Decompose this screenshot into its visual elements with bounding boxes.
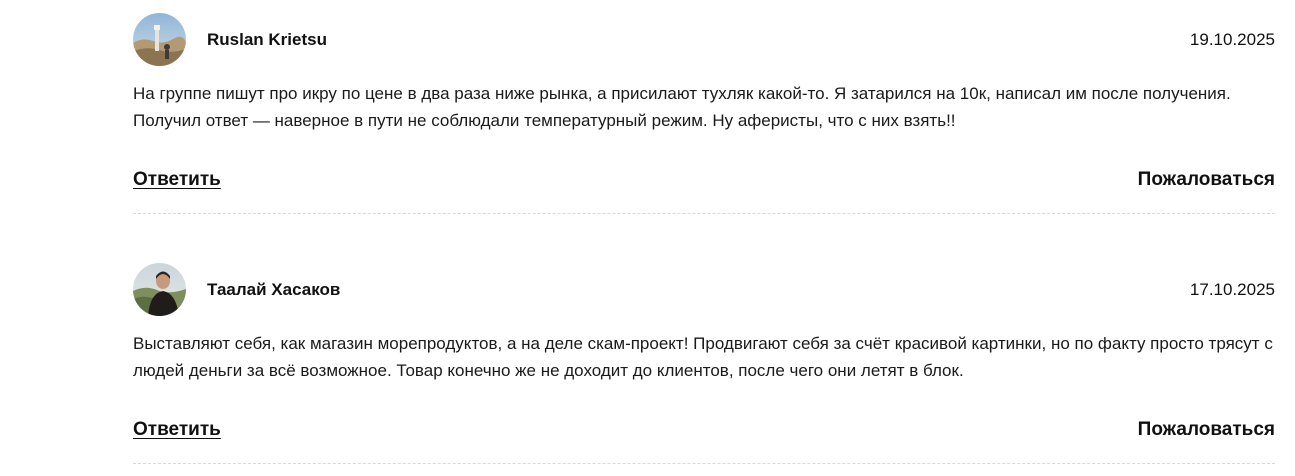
- comment-date: 19.10.2025: [1189, 30, 1275, 49]
- author-name: Таалай Хасаков: [207, 280, 341, 299]
- comment-item: Ruslan Krietsu 19.10.2025 На группе пишу…: [133, 13, 1275, 214]
- avatar: [133, 13, 186, 66]
- report-button[interactable]: Пожаловаться: [1138, 419, 1275, 441]
- landscape-photo-avatar-icon: [133, 13, 186, 66]
- avatar: [133, 263, 186, 316]
- comment-item: Таалай Хасаков 17.10.2025 Выставляют себ…: [133, 263, 1275, 464]
- comment-text: На группе пишут про икру по цене в два р…: [133, 84, 1231, 130]
- reply-button[interactable]: Ответить: [133, 169, 221, 191]
- reply-button[interactable]: Ответить: [133, 419, 221, 441]
- author-name: Ruslan Krietsu: [207, 30, 327, 49]
- comment-actions: Ответить Пожаловаться: [133, 419, 1275, 449]
- report-button[interactable]: Пожаловаться: [1138, 169, 1275, 191]
- divider: [133, 213, 1275, 214]
- comment-text: Выставляют себя, как магазин морепродукт…: [133, 334, 1273, 380]
- comment-header: Ruslan Krietsu 19.10.2025: [133, 13, 1275, 67]
- person-photo-avatar-icon: [133, 263, 186, 316]
- comment-header: Таалай Хасаков 17.10.2025: [133, 263, 1275, 317]
- comment-date: 17.10.2025: [1189, 280, 1275, 299]
- divider: [133, 463, 1275, 464]
- comment-actions: Ответить Пожаловаться: [133, 169, 1275, 199]
